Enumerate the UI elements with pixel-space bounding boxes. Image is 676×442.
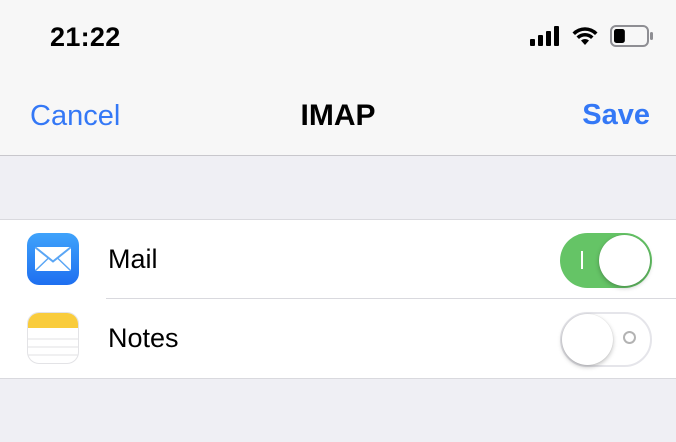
save-button[interactable]: Save bbox=[582, 99, 650, 132]
nav-bar: Cancel IMAP Save bbox=[0, 78, 676, 156]
toggle-off-indicator bbox=[623, 331, 636, 344]
mail-label: Mail bbox=[108, 244, 158, 274]
notes-label: Notes bbox=[108, 323, 179, 353]
page-title: IMAP bbox=[300, 99, 376, 132]
toggle-knob bbox=[562, 314, 613, 365]
wifi-icon bbox=[572, 26, 598, 51]
notes-toggle[interactable] bbox=[560, 312, 652, 367]
mail-icon bbox=[27, 233, 79, 285]
notes-icon bbox=[27, 312, 79, 364]
list-item-notes: Notes bbox=[0, 299, 676, 378]
status-bar: 21:22 bbox=[0, 0, 676, 78]
list-item-mail: Mail bbox=[0, 220, 676, 299]
mail-toggle[interactable] bbox=[560, 233, 652, 288]
battery-icon bbox=[610, 24, 654, 52]
settings-list: Mail Notes bbox=[0, 219, 676, 379]
status-icons bbox=[530, 24, 654, 52]
status-time: 21:22 bbox=[50, 22, 121, 52]
cellular-signal-icon bbox=[530, 25, 560, 51]
toggle-on-indicator bbox=[581, 251, 583, 269]
toggle-knob bbox=[599, 235, 650, 286]
